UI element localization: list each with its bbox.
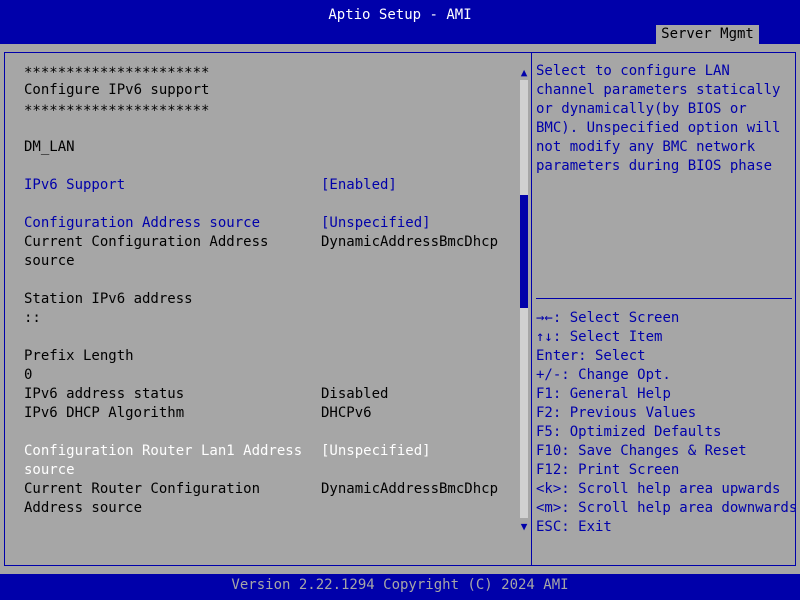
- current-config-address-label-cont: source: [24, 253, 75, 269]
- key-desc: Change Opt.: [569, 367, 671, 383]
- help-line: BMC). Unspecified option will: [536, 120, 781, 136]
- ipv6-support-value[interactable]: [Enabled]: [321, 176, 397, 195]
- key-desc: Optimized Defaults: [561, 424, 722, 440]
- app-title: Aptio Setup - AMI: [328, 7, 472, 23]
- config-address-source-label[interactable]: Configuration Address source: [24, 214, 260, 233]
- ipv6-dhcp-label: IPv6 DHCP Algorithm: [24, 405, 185, 421]
- key-hint: <m>: Scroll help area downwards: [536, 499, 797, 518]
- key-hint: F5: Optimized Defaults: [536, 423, 721, 442]
- help-line: not modify any BMC network: [536, 139, 756, 155]
- key-label: F10:: [536, 443, 570, 459]
- station-ipv6-value: ::: [24, 310, 41, 326]
- key-desc: Scroll help area downwards: [569, 500, 798, 516]
- key-hint: F2: Previous Values: [536, 404, 696, 423]
- scroll-down-icon[interactable]: ▼: [518, 521, 530, 533]
- key-desc: Scroll help area upwards: [569, 481, 781, 497]
- key-label: ESC:: [536, 519, 570, 535]
- key-hint: F1: General Help: [536, 385, 671, 404]
- key-desc: Save Changes & Reset: [569, 443, 747, 459]
- key-desc: Select: [586, 348, 646, 364]
- key-label: <k>:: [536, 481, 570, 497]
- help-line: channel parameters statically: [536, 82, 781, 98]
- key-label: →←:: [536, 310, 562, 326]
- key-hint: →←: Select Screen: [536, 309, 679, 328]
- config-router-lan1-value[interactable]: [Unspecified]: [321, 442, 431, 461]
- key-label: F5:: [536, 424, 562, 440]
- key-desc: Select Screen: [561, 310, 680, 326]
- key-label: <m>:: [536, 500, 570, 516]
- ipv6-dhcp-value: DHCPv6: [321, 405, 372, 421]
- key-hint: <k>: Scroll help area upwards: [536, 480, 780, 499]
- ipv6-support-label[interactable]: IPv6 Support: [24, 176, 125, 195]
- key-desc: Previous Values: [561, 405, 697, 421]
- stars-bottom: **********************: [24, 103, 210, 119]
- key-label: Enter:: [536, 348, 587, 364]
- key-label: +/-:: [536, 367, 570, 383]
- help-divider-horizontal: [536, 298, 792, 299]
- scroll-up-icon[interactable]: ▲: [518, 67, 530, 79]
- key-hint: F12: Print Screen: [536, 461, 679, 480]
- key-hint: Enter: Select: [536, 347, 646, 366]
- current-router-config-label-cont: Address source: [24, 500, 143, 516]
- key-label: F12:: [536, 462, 570, 478]
- station-ipv6-label: Station IPv6 address: [24, 291, 193, 307]
- key-hint: +/-: Change Opt.: [536, 366, 671, 385]
- help-line: Select to configure LAN: [536, 63, 730, 79]
- prefix-length-label: Prefix Length: [24, 348, 134, 364]
- key-desc: General Help: [561, 386, 671, 402]
- current-config-address-value: DynamicAddressBmcDhcp: [321, 234, 499, 250]
- key-desc: Exit: [569, 519, 612, 535]
- section-title: Configure IPv6 support: [24, 82, 210, 98]
- help-line: or dynamically(by BIOS or: [536, 101, 747, 117]
- key-label: F1:: [536, 386, 562, 402]
- version-text: Version 2.22.1294 Copyright (C) 2024 AMI: [231, 577, 569, 593]
- key-label: F2:: [536, 405, 562, 421]
- key-desc: Print Screen: [569, 462, 680, 478]
- key-hint: F10: Save Changes & Reset: [536, 442, 747, 461]
- config-router-lan1-label[interactable]: Configuration Router Lan1 Address: [24, 442, 302, 461]
- config-address-source-value[interactable]: [Unspecified]: [321, 214, 431, 233]
- key-hint: ↑↓: Select Item: [536, 328, 662, 347]
- current-config-address-label: Current Configuration Address: [24, 234, 269, 250]
- key-label: ↑↓:: [536, 329, 562, 345]
- help-line: parameters during BIOS phase: [536, 158, 773, 174]
- group-label: DM_LAN: [24, 139, 75, 155]
- key-desc: Select Item: [561, 329, 663, 345]
- scrollbar-thumb[interactable]: [520, 195, 528, 308]
- config-router-lan1-label-cont[interactable]: source: [24, 461, 75, 480]
- current-router-config-label: Current Router Configuration: [24, 481, 261, 497]
- current-router-config-value: DynamicAddressBmcDhcp: [321, 481, 499, 497]
- ipv6-status-label: IPv6 address status: [24, 386, 185, 402]
- prefix-length-value: 0: [24, 367, 33, 383]
- panel-divider-vertical: [531, 53, 532, 565]
- tab-server-mgmt[interactable]: Server Mgmt: [656, 25, 759, 44]
- ipv6-status-value: Disabled: [321, 386, 389, 402]
- key-hint: ESC: Exit: [536, 518, 612, 537]
